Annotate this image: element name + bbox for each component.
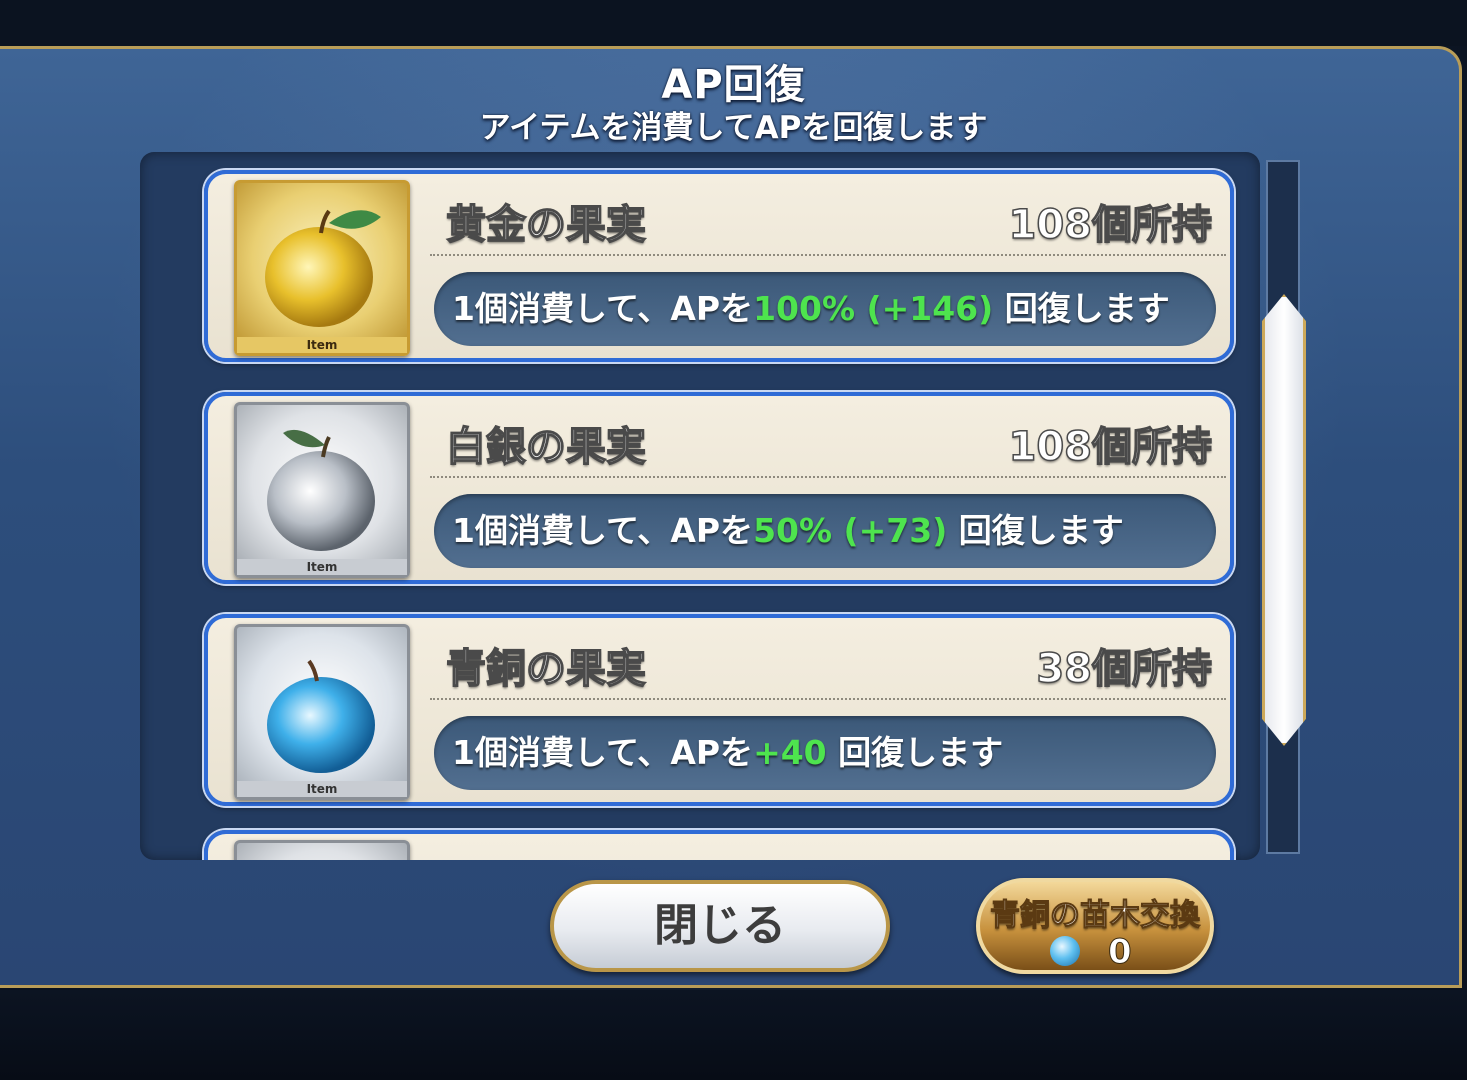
dialog-subtitle: アイテムを消費してAPを回復します	[479, 110, 988, 146]
blue-seedling-icon	[1050, 936, 1080, 966]
desc-prefix: 1個消費して、APを	[452, 289, 754, 328]
silver-apple-icon	[267, 429, 375, 551]
item-tag: Item	[237, 337, 407, 353]
exchange-count: 0	[1108, 932, 1133, 973]
desc-suffix: 回復します	[993, 289, 1170, 328]
desc-prefix: 1個消費して、APを	[452, 511, 754, 550]
game-screen: AP回復 アイテムを消費してAPを回復します Item 黄金の果実 108個所持…	[0, 0, 1467, 1080]
item-name: 黄金の果実	[445, 201, 647, 249]
desc-highlight: 100% (+146)	[753, 289, 994, 328]
item-name: 青銅の果実	[445, 645, 647, 693]
list-item-partial[interactable]	[204, 830, 1234, 860]
item-count: 38個所持	[1036, 645, 1213, 693]
background-bottom	[0, 990, 1467, 1080]
item-list[interactable]: Item 黄金の果実 108個所持 1個消費して、APを100% (+146) …	[140, 152, 1260, 860]
scrollbar-thumb[interactable]	[1262, 294, 1306, 746]
list-item-gold-fruit[interactable]: Item 黄金の果実 108個所持 1個消費して、APを100% (+146) …	[204, 170, 1234, 362]
desc-highlight: 50% (+73)	[753, 511, 948, 550]
item-tag: Item	[237, 559, 407, 575]
item-count: 108個所持	[1008, 201, 1213, 249]
list-item-silver-fruit[interactable]: Item 白銀の果実 108個所持 1個消費して、APを50% (+73) 回復…	[204, 392, 1234, 584]
gold-apple-thumb: Item	[234, 180, 410, 356]
silver-apple-thumb: Item	[234, 402, 410, 578]
item-description: 1個消費して、APを50% (+73) 回復します	[434, 494, 1216, 568]
gold-apple-icon	[265, 209, 381, 327]
item-name: 白銀の果実	[445, 423, 647, 471]
bronze-apple-icon	[267, 659, 375, 773]
background-top	[0, 0, 1467, 46]
item-description: 1個消費して、APを100% (+146) 回復します	[434, 272, 1216, 346]
item-tag: Item	[237, 781, 407, 797]
desc-suffix: 回復します	[947, 511, 1124, 550]
divider	[430, 476, 1226, 478]
bronze-sapling-exchange-button[interactable]: 青銅の苗木交換 0	[976, 878, 1214, 974]
divider	[430, 698, 1226, 700]
bronze-apple-thumb: Item	[234, 624, 410, 800]
desc-prefix: 1個消費して、APを	[452, 733, 754, 772]
desc-highlight: +40	[753, 733, 827, 772]
exchange-label: 青銅の苗木交換	[990, 898, 1201, 934]
item-count: 108個所持	[1008, 423, 1213, 471]
divider	[430, 254, 1226, 256]
item-thumb	[234, 840, 410, 860]
close-button[interactable]: 閉じる	[550, 880, 890, 972]
list-item-bronze-fruit[interactable]: Item 青銅の果実 38個所持 1個消費して、APを+40 回復します	[204, 614, 1234, 806]
desc-suffix: 回復します	[826, 733, 1004, 772]
item-description: 1個消費して、APを+40 回復します	[434, 716, 1216, 790]
